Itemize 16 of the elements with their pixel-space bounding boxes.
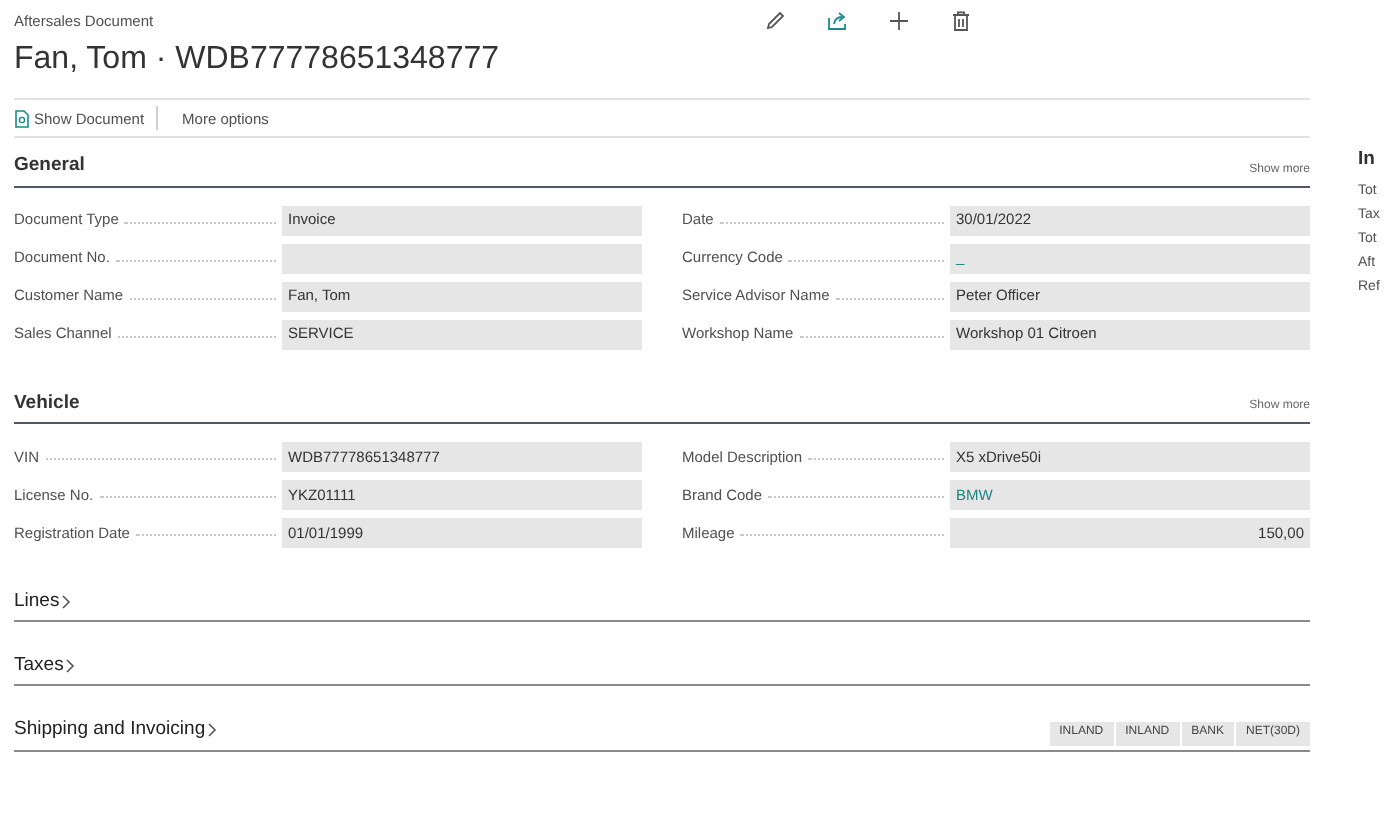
section-heading[interactable]: Vehicle <box>14 389 80 418</box>
chevron-right-icon <box>205 722 218 739</box>
section-heading[interactable]: Taxes <box>14 652 76 681</box>
chevron-right-icon <box>59 593 72 610</box>
section-heading[interactable]: Shipping and Invoicing <box>14 716 218 745</box>
pencil-icon[interactable] <box>764 10 786 32</box>
factbox-title: In <box>1358 146 1377 174</box>
trash-icon[interactable] <box>950 10 972 32</box>
section-heading[interactable]: General <box>14 152 85 181</box>
field-value[interactable] <box>282 243 642 273</box>
share-icon[interactable] <box>826 10 848 32</box>
section-heading[interactable]: Lines <box>14 587 72 616</box>
chevron-right-icon <box>63 658 76 675</box>
document-search-icon <box>14 109 30 128</box>
plus-icon[interactable] <box>888 10 910 32</box>
page-title: Fan, Tom · WDB77778651348777 <box>14 40 502 81</box>
